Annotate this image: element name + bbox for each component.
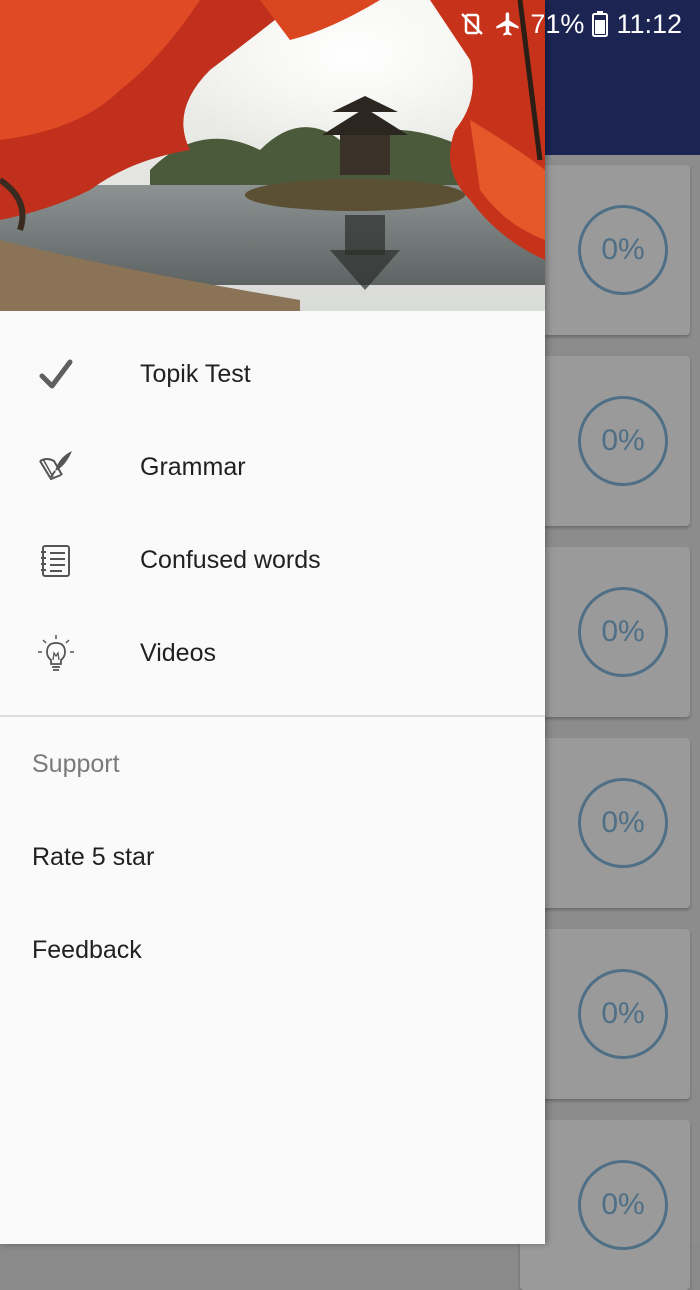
progress-value: 0%	[601, 233, 645, 266]
menu-item-label: Videos	[140, 639, 216, 667]
support-section-title: Support	[32, 750, 120, 778]
checkmark-icon	[36, 355, 76, 395]
menu-item-confused-words[interactable]: Confused words	[0, 514, 545, 607]
progress-circle: 0%	[578, 1160, 668, 1250]
lesson-card[interactable]: 0%	[520, 738, 690, 908]
battery-icon	[592, 11, 609, 37]
quill-book-icon	[36, 448, 76, 488]
feedback-item[interactable]: Feedback	[32, 936, 142, 965]
menu-item-label: Grammar	[140, 453, 246, 481]
progress-circle: 0%	[578, 205, 668, 295]
clock: 11:12	[616, 8, 682, 39]
progress-value: 0%	[601, 997, 645, 1030]
notebook-list-icon	[36, 541, 76, 581]
progress-circle: 0%	[578, 969, 668, 1059]
lesson-card[interactable]: 0%	[520, 547, 690, 717]
progress-value: 0%	[601, 806, 645, 839]
menu-divider	[0, 715, 545, 717]
lesson-card[interactable]: 0%	[520, 165, 690, 335]
menu-item-grammar[interactable]: Grammar	[0, 421, 545, 514]
progress-circle: 0%	[578, 587, 668, 677]
progress-value: 0%	[601, 1188, 645, 1221]
progress-value: 0%	[601, 615, 645, 648]
progress-circle: 0%	[578, 778, 668, 868]
navigation-drawer: Topik Test Grammar Confused words Videos…	[0, 0, 545, 1244]
progress-circle: 0%	[578, 396, 668, 486]
lesson-card[interactable]: 0%	[520, 929, 690, 1099]
battery-percent: 71%	[530, 8, 585, 39]
airplane-mode-icon	[494, 10, 522, 38]
vibrate-off-icon	[458, 10, 486, 38]
lesson-card[interactable]: 0%	[520, 356, 690, 526]
status-bar: 71% 11:12	[0, 0, 700, 48]
menu-item-videos[interactable]: Videos	[0, 607, 545, 700]
rate-5-star-item[interactable]: Rate 5 star	[32, 843, 154, 872]
lightbulb-icon	[36, 634, 76, 674]
progress-value: 0%	[601, 424, 645, 457]
menu-item-label: Confused words	[140, 546, 321, 574]
lesson-card[interactable]: 0%	[520, 1120, 690, 1290]
menu-item-topik-test[interactable]: Topik Test	[0, 328, 545, 421]
menu-item-label: Topik Test	[140, 360, 251, 388]
